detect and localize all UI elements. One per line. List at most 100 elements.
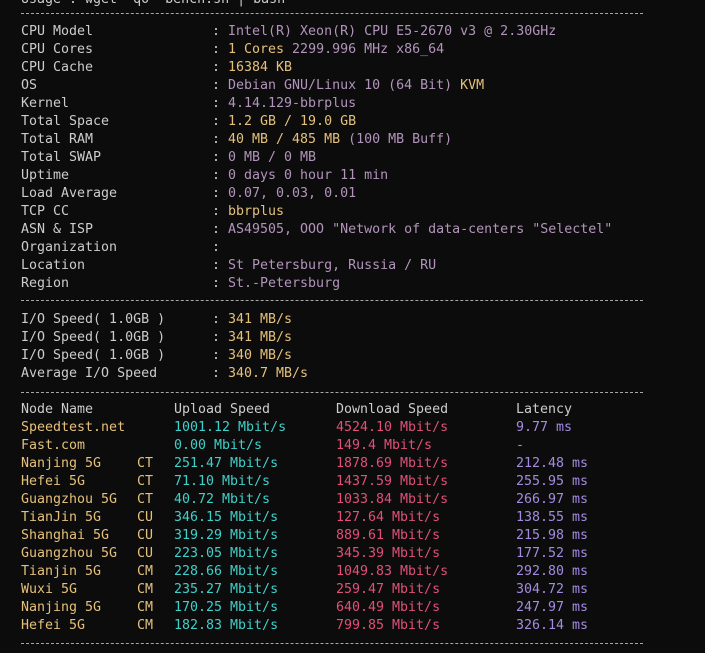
isp-code: CU xyxy=(137,528,154,543)
latency-value: - xyxy=(516,438,525,453)
table-row: Nanjing 5G CT 251.47 Mbit/s 1878.69 Mbit/s 2… xyxy=(21,455,661,473)
info-row: Kernel:4.14.129-bbrplus xyxy=(21,95,701,113)
info-label: OS xyxy=(21,78,38,93)
table-row: Nanjing 5G CM 170.25 Mbit/s 640.49 Mbit/s 24… xyxy=(21,599,661,617)
info-value: 4.14.129-bbrplus xyxy=(228,96,357,111)
node-name: Guangzhou 5G xyxy=(21,546,118,561)
info-value: AS49505, OOO "Network of data-centers "S… xyxy=(228,222,613,237)
upload-speed: 182.83 Mbit/s xyxy=(174,618,279,633)
latency-value: 9.77 ms xyxy=(516,420,573,435)
info-label: Total RAM xyxy=(21,132,94,147)
info-colon: : xyxy=(212,222,221,237)
info-value: St Petersburg, Russia / RU xyxy=(228,258,437,273)
info-value-extra: KVM xyxy=(452,78,485,93)
download-speed: 127.64 Mbit/s xyxy=(336,510,441,525)
latency-value: 212.48 ms xyxy=(516,456,589,471)
info-colon: : xyxy=(212,168,221,183)
table-row: Shanghai 5G CU 319.29 Mbit/s 889.61 Mbit/s 2… xyxy=(21,527,661,545)
upload-speed: 228.66 Mbit/s xyxy=(174,564,279,579)
info-label: CPU Cache xyxy=(21,60,94,75)
info-value: St.-Petersburg xyxy=(228,276,341,291)
node-name: Fast.com xyxy=(21,438,86,453)
table-row: Tianjin 5G CM 228.66 Mbit/s 1049.83 Mbit/s 2… xyxy=(21,563,661,581)
info-value-main: Debian GNU/Linux 10 (64 Bit) xyxy=(228,78,453,93)
info-row: Organization: xyxy=(21,239,701,257)
info-row: CPU Model: Intel(R) Xeon(R) CPU E5-2670 v… xyxy=(21,23,701,41)
info-value: 0.07, 0.03, 0.01 xyxy=(228,186,357,201)
latency-value: 266.97 ms xyxy=(516,492,589,507)
latency-value: 255.95 ms xyxy=(516,474,589,489)
info-label: CPU Model xyxy=(21,24,94,39)
download-speed: 4524.10 Mbit/s xyxy=(336,420,449,435)
info-colon: : xyxy=(212,240,221,255)
io-value: 341 MB/s xyxy=(228,312,293,327)
node-name: Shanghai 5G xyxy=(21,528,110,543)
io-row: Average I/O Speed:340.7 MB/s xyxy=(21,365,421,383)
io-colon: : xyxy=(212,348,221,363)
upload-speed: 0.00 Mbit/s xyxy=(174,438,263,453)
info-colon: : xyxy=(212,186,221,201)
latency-value: 138.55 ms xyxy=(516,510,589,525)
latency-value: 292.80 ms xyxy=(516,564,589,579)
isp-code: CM xyxy=(137,618,154,633)
table-row: Hefei 5G CT 71.10 Mbit/s 1437.59 Mbit/s 255.… xyxy=(21,473,661,491)
io-colon: : xyxy=(212,366,221,381)
info-row: Uptime:0 days 0 hour 11 min xyxy=(21,167,701,185)
info-row: Total SWAP:0 MB / 0 MB xyxy=(21,149,701,167)
info-label: Kernel xyxy=(21,96,70,111)
download-speed: 640.49 Mbit/s xyxy=(336,600,441,615)
info-label: Uptime xyxy=(21,168,70,183)
isp-code: CT xyxy=(137,456,154,471)
download-speed: 889.61 Mbit/s xyxy=(336,528,441,543)
info-row: CPU Cache:16384 KB xyxy=(21,59,701,77)
io-row: I/O Speed( 1.0GB ):341 MB/s xyxy=(21,311,421,329)
terminal-window[interactable]: Usage : wget -qO- bench.sh | bash CPU Mo… xyxy=(0,0,705,653)
isp-code: CM xyxy=(137,582,154,597)
isp-code: CM xyxy=(137,564,154,579)
info-label: ASN & ISP xyxy=(21,222,94,237)
info-colon: : xyxy=(212,114,221,129)
download-speed: 1033.84 Mbit/s xyxy=(336,492,449,507)
download-speed: 259.47 Mbit/s xyxy=(336,582,441,597)
io-label: I/O Speed( 1.0GB ) xyxy=(21,312,166,327)
info-value-main: 1 Cores xyxy=(228,42,285,57)
info-value-main: 40 MB / 485 MB xyxy=(228,132,341,147)
download-speed: 1437.59 Mbit/s xyxy=(336,474,449,489)
separator-line xyxy=(21,392,643,393)
node-name: Guangzhou 5G xyxy=(21,492,118,507)
io-label: I/O Speed( 1.0GB ) xyxy=(21,330,166,345)
upload-speed: 223.05 Mbit/s xyxy=(174,546,279,561)
info-row: Location: St Petersburg, Russia / RU xyxy=(21,257,701,275)
info-row: Total RAM:40 MB / 485 MB (100 MB Buff) xyxy=(21,131,701,149)
info-colon: : xyxy=(212,24,221,39)
download-speed: 799.85 Mbit/s xyxy=(336,618,441,633)
info-colon: : xyxy=(212,150,221,165)
info-colon: : xyxy=(212,60,221,75)
download-speed: 1878.69 Mbit/s xyxy=(336,456,449,471)
info-row: Total Space:1.2 GB / 19.0 GB xyxy=(21,113,701,131)
info-value-extra: 2299.996 MHz x86_64 xyxy=(284,42,445,57)
latency-value: 215.98 ms xyxy=(516,528,589,543)
header-line: Usage : wget -qO- bench.sh | bash xyxy=(21,0,285,9)
latency-value: 177.52 ms xyxy=(516,546,589,561)
latency-value: 304.72 ms xyxy=(516,582,589,597)
table-row: Hefei 5G CM 182.83 Mbit/s 799.85 Mbit/s 326.… xyxy=(21,617,661,635)
table-row: Guangzhou 5G CU 223.05 Mbit/s 345.39 Mbit/s… xyxy=(21,545,661,563)
info-colon: : xyxy=(212,258,221,273)
info-value-extra: (100 MB Buff) xyxy=(340,132,453,147)
upload-speed: 40.72 Mbit/s xyxy=(174,492,271,507)
info-row: CPU Cores:1 Cores 2299.996 MHz x86_64 xyxy=(21,41,701,59)
io-label: I/O Speed( 1.0GB ) xyxy=(21,348,166,363)
info-colon: : xyxy=(212,42,221,57)
isp-code: CM xyxy=(137,600,154,615)
info-row: OS: Debian GNU/Linux 10 (64 Bit) KVM xyxy=(21,77,701,95)
node-name: Speedtest.net xyxy=(21,420,126,435)
upload-speed: 346.15 Mbit/s xyxy=(174,510,279,525)
separator-line xyxy=(21,13,643,14)
node-name: Tianjin 5G xyxy=(21,564,102,579)
node-name: Hefei 5G xyxy=(21,618,86,633)
isp-code: CT xyxy=(137,492,154,507)
info-value: 1 Cores 2299.996 MHz x86_64 xyxy=(228,41,444,59)
separator-line xyxy=(21,643,643,644)
column-header-download: Download Speed xyxy=(336,402,449,417)
